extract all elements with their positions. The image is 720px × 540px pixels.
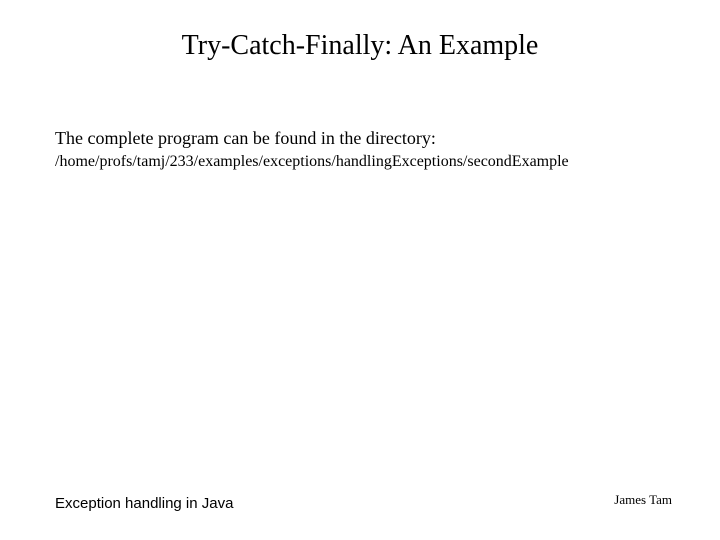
footer-right-author: James Tam xyxy=(614,492,672,508)
footer-left-text: Exception handling in Java xyxy=(55,495,233,512)
directory-path: /home/profs/tamj/233/examples/exceptions… xyxy=(55,153,569,171)
slide-body-text: The complete program can be found in the… xyxy=(55,128,436,149)
slide-title: Try-Catch-Finally: An Example xyxy=(0,30,720,62)
slide-container: Try-Catch-Finally: An Example The comple… xyxy=(0,0,720,540)
